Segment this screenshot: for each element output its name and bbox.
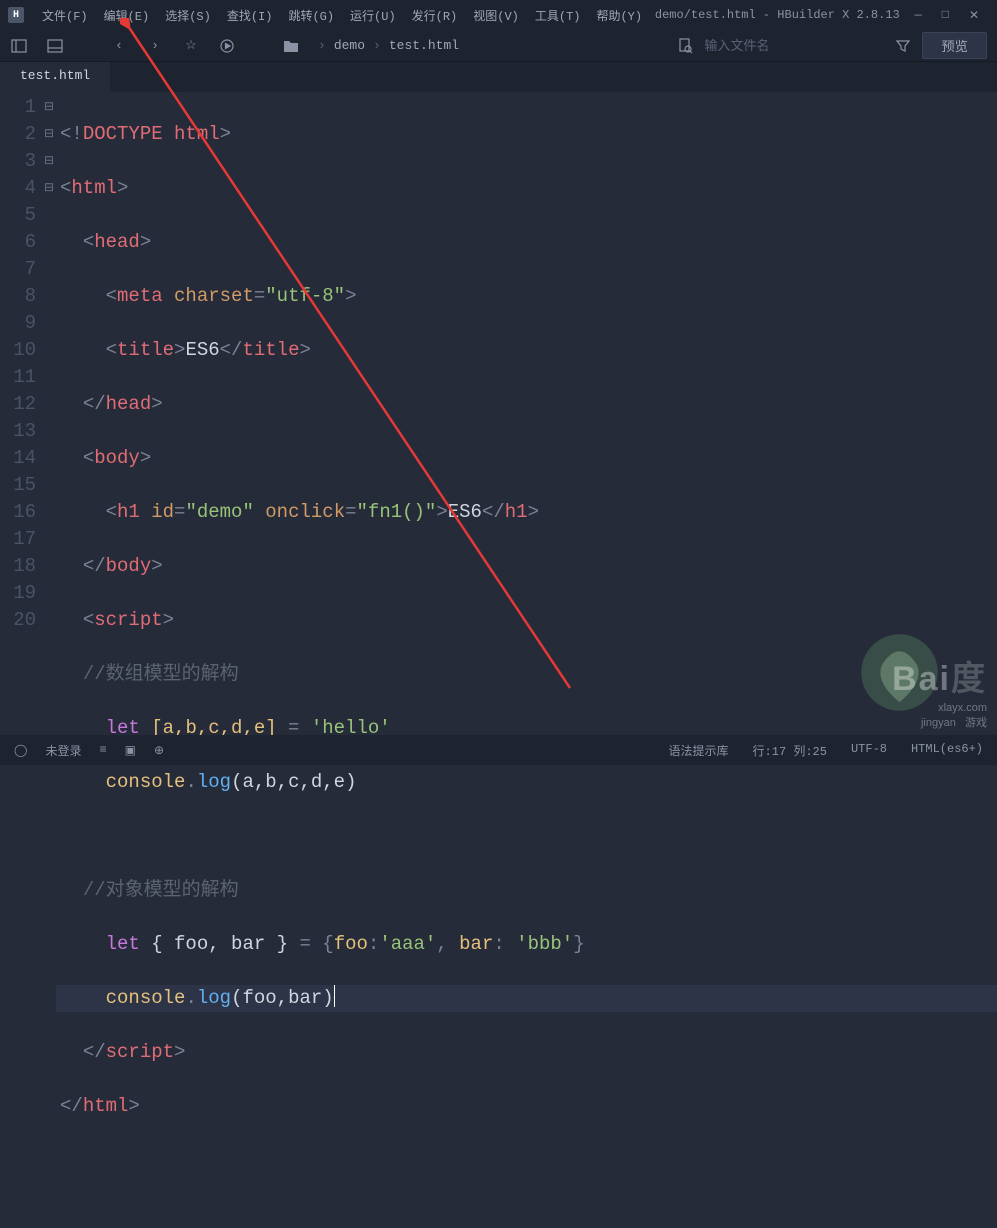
list-icon[interactable]: ≡ — [99, 743, 106, 757]
user-icon[interactable]: ◯ — [14, 743, 27, 758]
app-logo: H — [8, 7, 24, 23]
line-number-gutter: 1234567891011121314151617181920 — [0, 92, 44, 735]
status-language[interactable]: HTML(es6+) — [911, 742, 983, 759]
window-title: demo/test.html - HBuilder X 2.8.13 — [650, 8, 904, 22]
close-icon[interactable]: ✕ — [969, 8, 979, 23]
favorite-icon[interactable]: ☆ — [182, 37, 200, 55]
folder-icon[interactable] — [282, 37, 300, 55]
nav-back-icon[interactable]: ‹ — [110, 37, 128, 55]
menu-file[interactable]: 文件(F) — [34, 7, 96, 24]
menu-help[interactable]: 帮助(Y) — [588, 7, 650, 24]
preview-button[interactable]: 预览 — [922, 32, 987, 59]
minimize-icon[interactable]: — — [915, 8, 922, 23]
toolbar: ‹ › ☆ › demo › test.html 预览 — [0, 30, 997, 62]
status-bar: ◯ 未登录 ≡ ▣ ⊕ 语法提示库 行:17 列:25 UTF-8 HTML(e… — [0, 735, 997, 765]
status-syntax[interactable]: 语法提示库 — [669, 742, 729, 759]
panel-bottom-icon[interactable] — [46, 37, 64, 55]
run-icon[interactable] — [218, 37, 236, 55]
menu-find[interactable]: 查找(I) — [219, 7, 281, 24]
title-bar: H 文件(F) 编辑(E) 选择(S) 查找(I) 跳转(G) 运行(U) 发行… — [0, 0, 997, 30]
menu-edit[interactable]: 编辑(E) — [96, 7, 158, 24]
login-status[interactable]: 未登录 — [45, 742, 81, 759]
tab-bar: test.html — [0, 62, 997, 92]
breadcrumb-folder[interactable]: demo — [334, 38, 365, 53]
terminal-icon[interactable]: ▣ — [125, 743, 136, 758]
menu-view[interactable]: 视图(V) — [465, 7, 527, 24]
search-input[interactable] — [704, 38, 884, 53]
fold-gutter[interactable]: ⊟⊟⊟⊟ — [44, 92, 56, 735]
tab-file[interactable]: test.html — [0, 62, 110, 92]
menu-tools[interactable]: 工具(T) — [527, 7, 589, 24]
menu-goto[interactable]: 跳转(G) — [280, 7, 342, 24]
breadcrumb-file[interactable]: test.html — [389, 38, 459, 53]
search-file-icon[interactable] — [676, 37, 694, 55]
menu-run[interactable]: 运行(U) — [342, 7, 404, 24]
menu-publish[interactable]: 发行(R) — [404, 7, 466, 24]
menu-select[interactable]: 选择(S) — [157, 7, 219, 24]
maximize-icon[interactable]: □ — [942, 8, 949, 23]
nav-forward-icon[interactable]: › — [146, 37, 164, 55]
status-encoding[interactable]: UTF-8 — [851, 742, 887, 759]
breadcrumb[interactable]: › demo › test.html — [318, 38, 459, 53]
watermark: Bai度 xlayx.com jingyan 游戏 — [892, 657, 987, 730]
globe-icon[interactable]: ⊕ — [154, 743, 164, 758]
status-cursor-pos: 行:17 列:25 — [753, 742, 827, 759]
code-area[interactable]: <!DOCTYPE html> <html> <head> <meta char… — [56, 92, 997, 735]
text-cursor — [334, 985, 335, 1007]
panel-left-icon[interactable] — [10, 37, 28, 55]
filter-icon[interactable] — [894, 37, 912, 55]
code-editor[interactable]: 1234567891011121314151617181920 ⊟⊟⊟⊟ <!D… — [0, 92, 997, 735]
